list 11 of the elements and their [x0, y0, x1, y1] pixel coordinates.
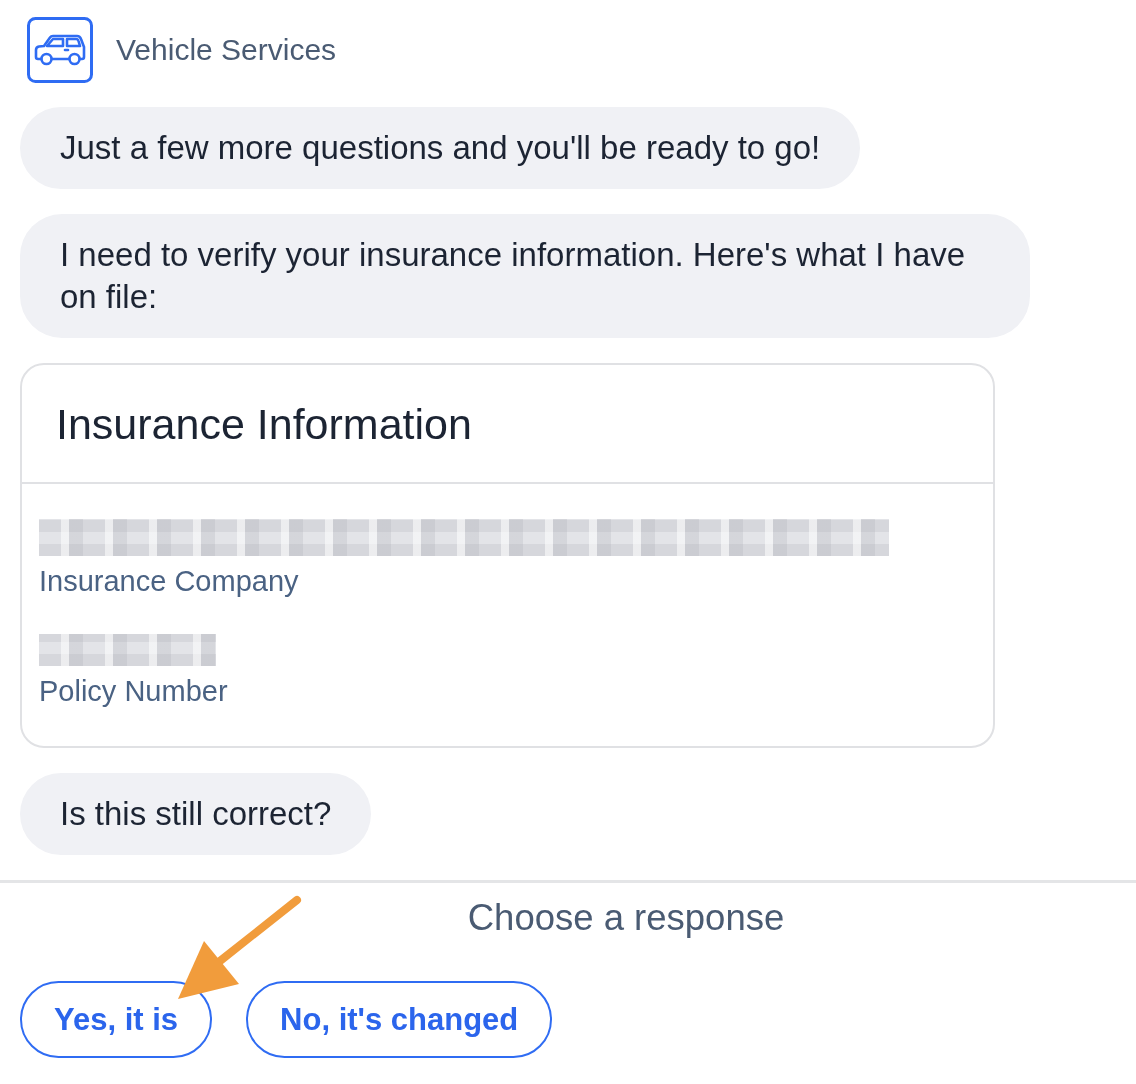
- response-prompt: Choose a response: [467, 897, 785, 939]
- car-icon: [27, 17, 93, 83]
- card-title: Insurance Information: [55, 399, 473, 450]
- chat-message: Is this still correct?: [20, 773, 372, 855]
- chat-message: Just a few more questions and you'll be ready to go!: [20, 107, 861, 189]
- response-button[interactable]: Yes, it is: [20, 981, 213, 1058]
- service-title: Vehicle Services: [116, 33, 337, 67]
- chat-message: I need to verify your insurance information. Here's what I have on file:: [20, 214, 1030, 338]
- field-label: Policy Number: [39, 674, 228, 708]
- response-button[interactable]: No, it's changed: [246, 981, 553, 1058]
- field-label: Insurance Company: [39, 564, 299, 598]
